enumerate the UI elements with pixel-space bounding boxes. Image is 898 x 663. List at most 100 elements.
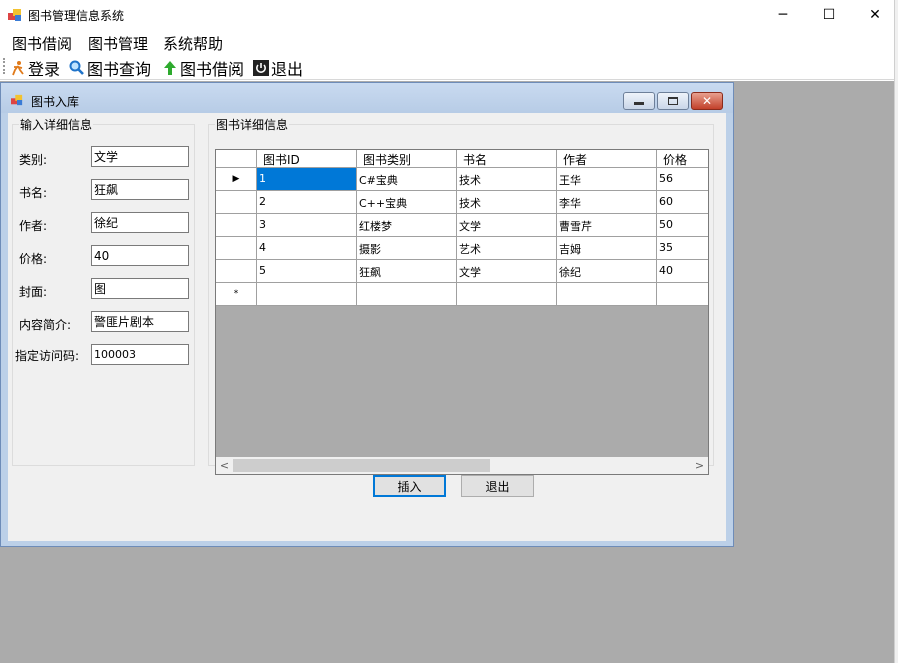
book-details-group: 图书详细信息 图书ID 图书类别 书名 作者 价格 ▶ 1 C#宝典 技术 王华…	[208, 116, 714, 475]
price-input[interactable]	[91, 245, 189, 266]
grid-cell[interactable]: 技术	[457, 191, 557, 214]
access-code-input[interactable]	[91, 344, 189, 365]
grid-cell[interactable]: 40	[657, 260, 708, 283]
close-button[interactable]: ✕	[852, 0, 898, 30]
toolbar-login-label: 登录	[28, 60, 61, 79]
grid-cell[interactable]: 2	[257, 191, 357, 214]
menu-book-manage[interactable]: 图书管理	[88, 33, 148, 54]
grid-cell[interactable]: 红楼梦	[357, 214, 457, 237]
grid-cell[interactable]: 4	[257, 237, 357, 260]
window-right-edge	[894, 0, 898, 663]
menu-book-borrow[interactable]: 图书借阅	[12, 33, 72, 54]
person-run-icon	[10, 60, 26, 76]
column-header-title[interactable]: 书名	[457, 150, 557, 168]
child-close-button[interactable]: ✕	[691, 92, 723, 110]
toolbar-query-button[interactable]: 图书查询	[69, 56, 151, 80]
book-details-group-title: 图书详细信息	[215, 116, 290, 133]
summary-label: 内容简介:	[19, 318, 72, 332]
grid-cell[interactable]: 文学	[457, 214, 557, 237]
input-details-group-title: 输入详细信息	[19, 116, 94, 133]
grid-cell[interactable]: C#宝典	[357, 168, 457, 191]
grid-cell[interactable]: 文学	[457, 260, 557, 283]
grid-cell[interactable]: 王华	[557, 168, 657, 191]
power-icon	[253, 60, 269, 76]
grid-cell[interactable]: 35	[657, 237, 708, 260]
access-code-label: 指定访问码:	[15, 349, 80, 363]
insert-button[interactable]: 插入	[373, 475, 446, 497]
child-title: 图书入库	[31, 95, 80, 109]
row-header[interactable]	[216, 214, 257, 237]
grid-cell-new[interactable]	[357, 283, 457, 306]
grid-cell[interactable]: 摄影	[357, 237, 457, 260]
grid-cell-new[interactable]	[257, 283, 357, 306]
column-header-book-id[interactable]: 图书ID	[257, 150, 357, 168]
app-icon	[8, 9, 21, 21]
toolbar-exit-button[interactable]: 退出	[253, 56, 303, 80]
category-input[interactable]	[91, 146, 189, 167]
grid-cell[interactable]: C++宝典	[357, 191, 457, 214]
child-client-area: 输入详细信息 类别: 书名: 作者: 价格: 封面: 内容简介: 指定访问码: …	[8, 113, 726, 541]
grid-cell[interactable]: 3	[257, 214, 357, 237]
grid-horizontal-scrollbar[interactable]: < >	[216, 457, 708, 474]
toolbar: 登录 图书查询 图书借阅 退出	[0, 54, 894, 80]
column-header-author[interactable]: 作者	[557, 150, 657, 168]
menu-system-help[interactable]: 系统帮助	[163, 33, 223, 54]
grid-cell[interactable]: 60	[657, 191, 708, 214]
child-restore-button[interactable]	[657, 92, 689, 110]
toolbar-query-label: 图书查询	[87, 60, 152, 79]
column-header-price[interactable]: 价格	[657, 150, 708, 168]
green-up-arrow-icon	[162, 60, 178, 76]
grid-cell-new[interactable]	[457, 283, 557, 306]
child-minimize-button[interactable]	[623, 92, 655, 110]
scroll-left-icon[interactable]: <	[216, 457, 233, 474]
grid-cell[interactable]: 李华	[557, 191, 657, 214]
exit-button[interactable]: 退出	[461, 475, 534, 497]
scrollbar-thumb[interactable]	[233, 459, 490, 472]
row-header-current[interactable]: ▶	[216, 168, 257, 191]
row-header[interactable]	[216, 191, 257, 214]
maximize-button[interactable]: ☐	[806, 0, 852, 30]
title-label: 书名:	[19, 186, 48, 200]
column-header-category[interactable]: 图书类别	[357, 150, 457, 168]
magnifier-icon	[69, 60, 85, 76]
grid-cell[interactable]: 曹雪芹	[557, 214, 657, 237]
toolbar-grip[interactable]	[3, 58, 5, 74]
row-header[interactable]	[216, 237, 257, 260]
grid-cell[interactable]: 艺术	[457, 237, 557, 260]
price-label: 价格:	[19, 252, 48, 266]
grid-cell-new[interactable]	[657, 283, 708, 306]
title-input[interactable]	[91, 179, 189, 200]
cover-label: 封面:	[19, 285, 48, 299]
grid-cell-new[interactable]	[557, 283, 657, 306]
input-details-group: 输入详细信息 类别: 书名: 作者: 价格: 封面: 内容简介: 指定访问码:	[12, 116, 195, 466]
toolbar-login-button[interactable]: 登录	[10, 56, 60, 80]
grid-cell[interactable]: 技术	[457, 168, 557, 191]
grid-cell[interactable]: 狂飙	[357, 260, 457, 283]
grid-corner-header[interactable]	[216, 150, 257, 168]
close-icon: ✕	[701, 94, 713, 108]
author-input[interactable]	[91, 212, 189, 233]
grid-cell[interactable]: 56	[657, 168, 708, 191]
grid-cell[interactable]: 吉姆	[557, 237, 657, 260]
cover-input[interactable]	[91, 278, 189, 299]
child-app-icon	[11, 94, 23, 106]
app-title: 图书管理信息系统	[28, 9, 125, 23]
book-data-grid[interactable]: 图书ID 图书类别 书名 作者 价格 ▶ 1 C#宝典 技术 王华 56 2 C…	[215, 149, 709, 475]
author-label: 作者:	[19, 219, 48, 233]
toolbar-borrow-button[interactable]: 图书借阅	[162, 56, 244, 80]
summary-input[interactable]	[91, 311, 189, 332]
minimize-button[interactable]: ─	[760, 0, 806, 30]
grid-cell[interactable]: 50	[657, 214, 708, 237]
restore-icon	[668, 97, 678, 105]
category-label: 类别:	[19, 153, 48, 167]
grid-cell-selected[interactable]: 1	[257, 168, 357, 191]
child-titlebar[interactable]: 图书入库 ✕	[1, 83, 733, 113]
menubar: 图书借阅 图书管理 系统帮助	[0, 30, 894, 54]
row-header[interactable]	[216, 260, 257, 283]
scroll-right-icon[interactable]: >	[691, 457, 708, 474]
grid-cell[interactable]: 5	[257, 260, 357, 283]
main-titlebar[interactable]: 图书管理信息系统 ─ ☐ ✕	[0, 0, 898, 30]
toolbar-exit-label: 退出	[271, 60, 304, 79]
row-header-new[interactable]: *	[216, 283, 257, 306]
grid-cell[interactable]: 徐纪	[557, 260, 657, 283]
